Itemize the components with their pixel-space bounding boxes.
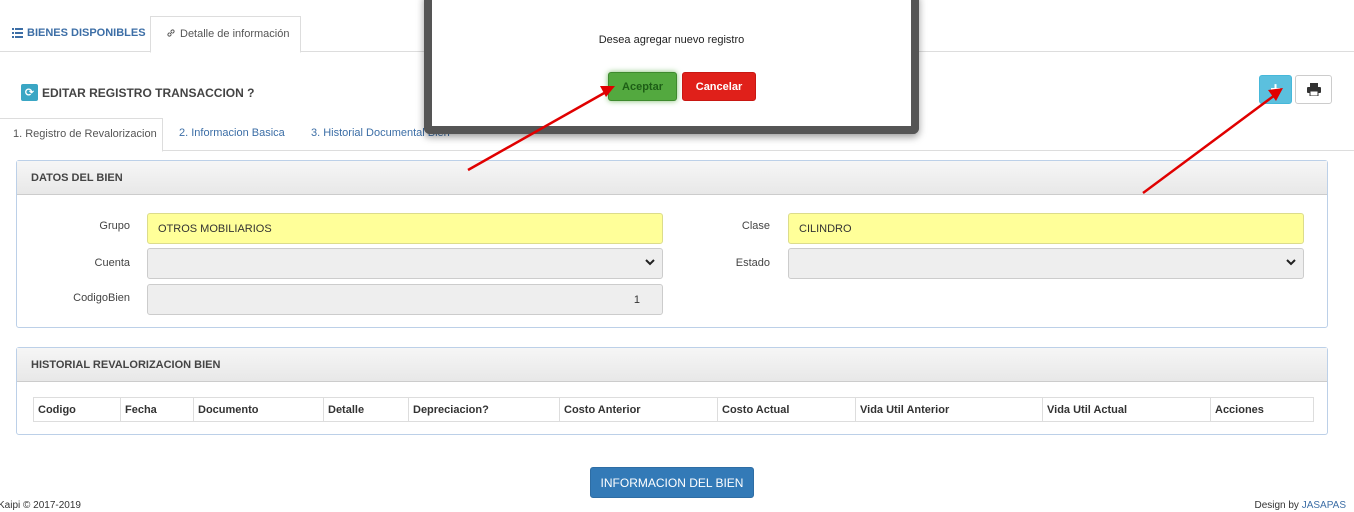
clase-label: Clase [741, 220, 770, 232]
cancel-button[interactable]: Cancelar [682, 72, 756, 101]
dialog-message: Desea agregar nuevo registro [598, 34, 745, 46]
add-record-button[interactable]: + [1259, 75, 1292, 104]
informacion-bien-button[interactable]: INFORMACION DEL BIEN [590, 467, 754, 498]
cuenta-label: Cuenta [94, 257, 130, 269]
col-costo-anterior[interactable]: Costo Anterior [559, 397, 718, 422]
estado-label: Estado [735, 257, 770, 269]
print-button[interactable] [1295, 75, 1332, 104]
grupo-value: OTROS MOBILIARIOS [158, 223, 272, 235]
codigo-bien-field[interactable]: 1 [147, 284, 663, 315]
plus-icon: + [1270, 79, 1281, 99]
col-vida-util-anterior[interactable]: Vida Util Anterior [855, 397, 1043, 422]
col-documento[interactable]: Documento [193, 397, 324, 422]
col-vida-util-actual[interactable]: Vida Util Actual [1042, 397, 1211, 422]
footer-design-link[interactable]: JASAPAS [1302, 500, 1346, 511]
datos-bien-heading: DATOS DEL BIEN [17, 161, 1327, 195]
footer-design-text: Design by [1254, 500, 1302, 511]
col-codigo[interactable]: Codigo [33, 397, 121, 422]
accept-button[interactable]: Aceptar [608, 72, 677, 101]
list-icon [12, 28, 23, 38]
historial-table: Codigo Fecha Documento Detalle Depreciac… [33, 397, 1314, 422]
page-title: ⟳ EDITAR REGISTRO TRANSACCION ? [21, 84, 254, 101]
subtab-registro-revalorizacion[interactable]: 1. Registro de Revalorizacion [0, 118, 163, 152]
col-acciones[interactable]: Acciones [1210, 397, 1314, 422]
col-depreciacion[interactable]: Depreciacion? [408, 397, 560, 422]
clase-value: CILINDRO [799, 223, 852, 235]
codigo-bien-value: 1 [633, 294, 640, 306]
historial-panel: HISTORIAL REVALORIZACION BIEN Codigo Fec… [16, 347, 1328, 435]
col-fecha[interactable]: Fecha [120, 397, 194, 422]
estado-select[interactable] [788, 248, 1304, 279]
print-icon [1306, 83, 1321, 96]
col-costo-actual[interactable]: Costo Actual [717, 397, 856, 422]
cuenta-select[interactable] [147, 248, 663, 279]
tab-bienes-label: BIENES DISPONIBLES [27, 27, 146, 39]
footer-design: Design by JASAPAS [1254, 500, 1346, 511]
chevron-down-icon [645, 259, 655, 266]
datos-bien-panel: DATOS DEL BIEN Grupo OTROS MOBILIARIOS C… [16, 160, 1328, 328]
link-icon [167, 29, 175, 37]
chevron-down-icon [1286, 259, 1296, 266]
codigo-bien-label: CodigoBien [73, 292, 130, 304]
historial-heading: HISTORIAL REVALORIZACION BIEN [17, 348, 1327, 382]
subtab-informacion-basica[interactable]: 2. Informacion Basica [179, 127, 285, 139]
confirm-dialog: Desea agregar nuevo registro Aceptar Can… [424, 0, 919, 134]
grupo-field[interactable]: OTROS MOBILIARIOS [147, 213, 663, 244]
grupo-label: Grupo [99, 220, 130, 232]
tab-bienes-disponibles[interactable]: BIENES DISPONIBLES [12, 27, 146, 39]
tab-detalle-informacion[interactable]: Detalle de información [150, 16, 301, 53]
footer-copyright: Kaipi © 2017-2019 [0, 500, 81, 511]
page-title-text: EDITAR REGISTRO TRANSACCION ? [42, 85, 255, 100]
tab-detalle-label: Detalle de información [180, 28, 290, 40]
table-header-row: Codigo Fecha Documento Detalle Depreciac… [33, 397, 1314, 422]
refresh-icon: ⟳ [21, 84, 38, 101]
clase-field[interactable]: CILINDRO [788, 213, 1304, 244]
col-detalle[interactable]: Detalle [323, 397, 409, 422]
